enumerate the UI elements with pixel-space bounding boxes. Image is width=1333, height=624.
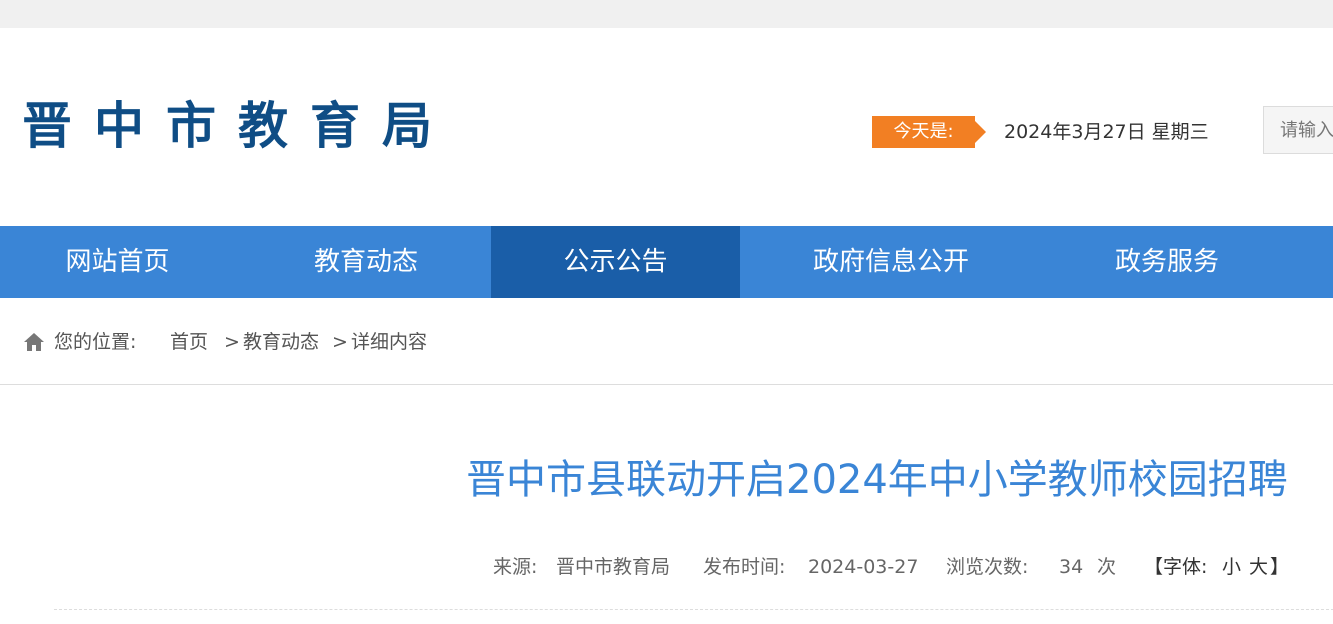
today-date: 2024年3月27日 星期三 [1004,121,1209,143]
nav-item-announcements[interactable]: 公示公告 [491,226,740,298]
search-input[interactable] [1263,106,1333,154]
breadcrumb-home-link[interactable]: 首页 [170,328,208,356]
font-size-label: 【字体: [1144,556,1208,578]
top-strip [0,0,1333,28]
breadcrumb: 您的位置: 首页 > 教育动态 > 详细内容 [0,298,1333,385]
nav-item-gov-info[interactable]: 政府信息公开 [741,226,1041,298]
breadcrumb-separator: > [224,331,240,353]
font-size-close: 】 [1270,556,1290,578]
published-date: 2024-03-27 [808,556,919,578]
header: 晋中市教育局 今天是: 2024年3月27日 星期三 [0,28,1333,226]
views-label: 浏览次数: [946,556,1029,578]
article-title: 晋中市县联动开启2024年中小学教师校园招聘 [466,457,1288,503]
nav-item-home[interactable]: 网站首页 [0,226,235,298]
home-icon [24,333,44,351]
font-size-large-button[interactable]: 大 [1249,551,1268,583]
main-nav: 网站首页 教育动态 公示公告 政府信息公开 政务服务 [0,226,1333,298]
breadcrumb-current: 详细内容 [351,331,428,353]
nav-item-education-news[interactable]: 教育动态 [242,226,490,298]
today-label: 今天是: [872,116,986,148]
source-label: 来源: [493,556,538,578]
views-unit: 次 [1097,556,1117,578]
breadcrumb-prefix: 您的位置: [54,331,137,353]
breadcrumb-category-link[interactable]: 教育动态 [243,328,319,356]
divider [54,609,1333,610]
breadcrumb-separator: > [332,331,348,353]
font-size-small-button[interactable]: 小 [1222,551,1241,583]
source-value: 晋中市教育局 [556,556,671,578]
published-label: 发布时间: [703,556,786,578]
nav-item-gov-services[interactable]: 政务服务 [1041,226,1293,298]
views-count: 34 [1059,556,1084,578]
site-title: 晋中市教育局 [22,97,454,155]
